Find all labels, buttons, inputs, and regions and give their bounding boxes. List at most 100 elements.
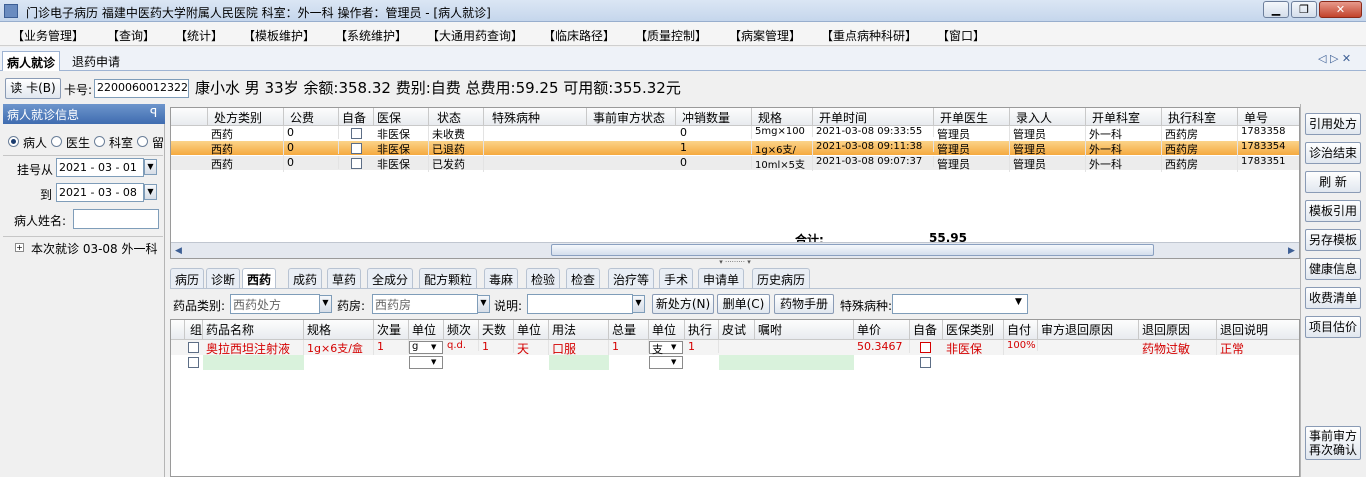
- cell-self-supply-checkbox[interactable]: [351, 158, 362, 169]
- menu-clinical-path[interactable]: 【临床路径】: [543, 27, 615, 44]
- drug-type-dropdown-icon[interactable]: ▼: [319, 295, 332, 313]
- drug-type-select[interactable]: 西药处方: [230, 294, 320, 314]
- patient-name-input[interactable]: [73, 209, 159, 229]
- scroll-right-icon[interactable]: ▶: [1288, 246, 1295, 256]
- tree-item-current-visit[interactable]: 本次就诊 03-08 外一科: [31, 240, 158, 257]
- tab-drug-return[interactable]: 退药申请: [68, 51, 124, 71]
- drug-row[interactable]: 奥拉西坦注射液 1g×6支/盒 1 g ▼ q.d. 1 天 口服 1 支 ▼ …: [171, 340, 1299, 357]
- menu-quality[interactable]: 【质量控制】: [635, 27, 707, 44]
- special-disease-dropdown-icon[interactable]: ▼: [1015, 297, 1022, 307]
- tab-history-record[interactable]: 历史病历: [752, 268, 811, 288]
- reg-to-date[interactable]: 2021 - 03 - 08: [56, 183, 144, 202]
- dose-unit-select[interactable]: g ▼: [409, 341, 443, 354]
- tab-full-ingredient[interactable]: 全成分: [367, 268, 414, 288]
- total-unit-select[interactable]: 支 ▼: [649, 341, 683, 356]
- menu-system[interactable]: 【系统维护】: [335, 27, 407, 44]
- tab-formula-granule[interactable]: 配方颗粒: [419, 268, 478, 288]
- pre-review-confirm-button[interactable]: 事前审方 再次确认: [1305, 426, 1361, 460]
- tab-narcotic[interactable]: 毒麻: [484, 268, 519, 288]
- tab-patent-medicine[interactable]: 成药: [288, 268, 323, 288]
- radio-doctor[interactable]: [51, 136, 62, 147]
- menu-business[interactable]: 【业务管理】: [12, 27, 84, 44]
- delete-prescription-button[interactable]: 删单(C): [717, 294, 770, 314]
- reg-to-dropdown-icon[interactable]: ▼: [144, 184, 157, 200]
- item-estimate-button[interactable]: 项目估价: [1305, 316, 1361, 338]
- pin-icon[interactable]: ꟼ: [150, 106, 157, 120]
- read-card-button[interactable]: 读 卡(B): [5, 78, 61, 99]
- radio-patient[interactable]: [8, 136, 19, 147]
- cell-self-supply-checkbox[interactable]: [351, 143, 362, 154]
- note-dropdown-icon[interactable]: ▼: [632, 295, 645, 313]
- group-checkbox[interactable]: [188, 357, 199, 368]
- dose-unit-select-empty[interactable]: ▼: [409, 356, 443, 369]
- new-drug-name-input[interactable]: [203, 355, 304, 370]
- menu-window[interactable]: 【窗口】: [937, 27, 985, 44]
- horizontal-scrollbar[interactable]: ◀ ▶: [171, 242, 1299, 258]
- cell-total[interactable]: 1: [609, 340, 649, 353]
- new-skin-test-input[interactable]: [719, 355, 755, 370]
- self-supply-checkbox[interactable]: [920, 342, 931, 353]
- special-disease-select[interactable]: [892, 294, 1028, 314]
- template-cite-button[interactable]: 模板引用: [1305, 200, 1361, 222]
- col-self-supply: 自备: [339, 108, 374, 126]
- scroll-left-icon[interactable]: ◀: [175, 246, 182, 256]
- cell-spec: 1g×6支/盒: [304, 340, 374, 356]
- cell-frequency[interactable]: q.d.: [444, 340, 479, 351]
- group-checkbox[interactable]: [188, 342, 199, 353]
- expand-icon[interactable]: +: [15, 243, 24, 252]
- refresh-button[interactable]: 刷 新: [1305, 171, 1361, 193]
- reg-from-dropdown-icon[interactable]: ▼: [144, 159, 157, 175]
- drug-row-new[interactable]: ▼ ▼: [171, 355, 1299, 370]
- filter-radio-group: 病人 医生 科室 留: [3, 126, 164, 156]
- table-row[interactable]: 西药 0 非医保 已发药 0 10ml×5支 2021-03-08 09:07:…: [171, 156, 1299, 172]
- cell-exec[interactable]: 1: [685, 340, 719, 353]
- cell-dose[interactable]: 1: [374, 340, 409, 353]
- tab-examination[interactable]: 检查: [566, 268, 601, 288]
- tab-western-medicine[interactable]: 西药: [242, 268, 277, 288]
- new-prescription-button[interactable]: 新处方(N): [652, 294, 714, 314]
- tab-surgery[interactable]: 手术: [659, 268, 694, 288]
- self-supply-checkbox[interactable]: [920, 357, 931, 368]
- tab-lab-test[interactable]: 检验: [526, 268, 561, 288]
- menu-research[interactable]: 【重点病种科研】: [821, 27, 917, 44]
- menu-template[interactable]: 【模板维护】: [243, 27, 315, 44]
- fee-list-button[interactable]: 收费清单: [1305, 287, 1361, 309]
- radio-stay[interactable]: [137, 136, 148, 147]
- menu-drug-query[interactable]: 【大通用药查询】: [427, 27, 523, 44]
- table-row-selected[interactable]: 西药 0 非医保 已退药 1 1g×6支/ 2021-03-08 09:11:3…: [171, 141, 1299, 157]
- new-usage-input[interactable]: [549, 355, 609, 370]
- tab-application[interactable]: 申请单: [698, 268, 745, 288]
- tab-treatment[interactable]: 治疗等: [608, 268, 655, 288]
- cell-self-supply-checkbox[interactable]: [351, 128, 362, 139]
- finish-visit-button[interactable]: 诊治结束: [1305, 142, 1361, 164]
- reg-from-date[interactable]: 2021 - 03 - 01: [56, 158, 144, 177]
- pharmacy-select[interactable]: 西药房: [372, 294, 478, 314]
- cell-days[interactable]: 1: [479, 340, 514, 353]
- cell-writeoff-qty: 0: [676, 156, 752, 169]
- cite-prescription-button[interactable]: 引用处方: [1305, 113, 1361, 135]
- tab-medical-record[interactable]: 病历: [170, 268, 205, 288]
- table-row[interactable]: 西药 0 非医保 未收费 0 5mg×100 2021-03-08 09:33:…: [171, 126, 1299, 142]
- new-instructions-input[interactable]: [755, 355, 854, 370]
- save-template-button[interactable]: 另存模板: [1305, 229, 1361, 251]
- menu-statistics[interactable]: 【统计】: [175, 27, 223, 44]
- note-select[interactable]: [527, 294, 633, 314]
- tab-nav-icons[interactable]: ◁ ▷ ✕: [1318, 52, 1351, 65]
- health-info-button[interactable]: 健康信息: [1305, 258, 1361, 280]
- col-insurance-type: 医保类别: [943, 320, 1004, 340]
- pharmacy-dropdown-icon[interactable]: ▼: [477, 295, 490, 313]
- drug-manual-button[interactable]: 药物手册: [774, 294, 834, 314]
- radio-department[interactable]: [94, 136, 105, 147]
- tab-diagnosis[interactable]: 诊断: [206, 268, 241, 288]
- scroll-thumb[interactable]: [551, 244, 1154, 256]
- minimize-button[interactable]: ▁: [1263, 1, 1289, 18]
- total-unit-select-empty[interactable]: ▼: [649, 356, 683, 369]
- menu-query[interactable]: 【查询】: [107, 27, 155, 44]
- maximize-button[interactable]: ❐: [1291, 1, 1317, 18]
- menu-records[interactable]: 【病案管理】: [729, 27, 801, 44]
- splitter-handle[interactable]: ▾ ········· ▾: [700, 259, 770, 266]
- close-button[interactable]: ✕: [1319, 1, 1362, 18]
- tab-herbal[interactable]: 草药: [327, 268, 362, 288]
- tab-patient-visit[interactable]: 病人就诊: [2, 51, 61, 71]
- card-no-input[interactable]: 220006001232222: [94, 79, 189, 98]
